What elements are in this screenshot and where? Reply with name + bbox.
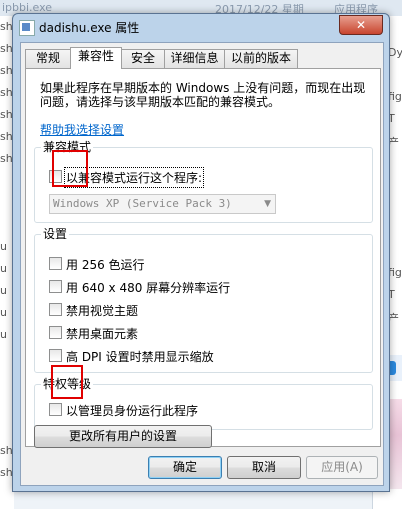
properties-dialog: dadishu.exe 属性 ✕ 常规 兼容性 安全 详细信息 以前的版本 如果… [12,13,390,492]
explorer-row-text: sh [0,444,13,457]
explorer-row-text: u [0,306,7,319]
setting-high-dpi-label[interactable]: 高 DPI 设置时禁用显示缩放 [66,348,214,365]
setting-high-dpi-checkbox[interactable] [49,349,62,362]
tab-general[interactable]: 常规 [25,49,71,68]
setting-disable-desktop-label[interactable]: 禁用桌面元素 [66,325,138,342]
compat-mode-select-value: Windows XP (Service Pack 3) [53,197,232,210]
run-as-admin-label[interactable]: 以管理员身份运行此程序 [66,402,198,419]
tab-security[interactable]: 安全 [121,49,165,68]
explorer-row-text: sh [0,466,13,479]
close-button[interactable]: ✕ [339,15,383,35]
ok-button[interactable]: 确定 [148,456,222,479]
chevron-down-icon: ▼ [264,199,271,209]
settings-group: 设置 用 256 色运行 用 640 x 480 屏幕分辨率运行 禁用视觉主题 … [34,227,373,373]
explorer-row-text: u [0,262,7,275]
setting-disable-desktop-checkbox[interactable] [49,326,62,339]
explorer-row-text: sh [0,152,13,165]
dialog-title: dadishu.exe 属性 [39,21,140,35]
tab-details[interactable]: 详细信息 [164,49,225,68]
explorer-row-text: fig [388,266,402,279]
setting-disable-themes-checkbox[interactable] [49,303,62,316]
explorer-row-text: sh [0,130,13,143]
explorer-row-text: sh [0,42,13,55]
tab-previous-versions[interactable]: 以前的版本 [224,49,298,68]
help-choose-settings-link[interactable]: 帮助我选择设置 [40,121,124,138]
application-icon [19,20,35,36]
explorer-row-text: sh [0,64,13,77]
explorer-row-text: u [0,328,7,341]
explorer-row-text: u [0,240,7,253]
admin-checkbox-highlight [51,365,83,399]
change-all-users-button[interactable]: 更改所有用户的设置 [34,425,212,448]
explorer-row-text: sh [0,20,13,33]
compat-checkbox-highlight [52,150,88,187]
explorer-right-column: Dy fig T 产 fig T 产 [388,16,402,356]
setting-640x480-label[interactable]: 用 640 x 480 屏幕分辨率运行 [66,279,230,296]
setting-640x480-checkbox[interactable] [49,280,62,293]
settings-group-label: 设置 [41,227,70,241]
dialog-titlebar[interactable]: dadishu.exe 属性 ✕ [13,14,389,40]
cancel-button[interactable]: 取消 [227,456,301,479]
run-as-admin-checkbox[interactable] [49,403,62,416]
compatibility-description: 如果此程序在早期版本的 Windows 上没有问题，而现在出现问题，请选择与该早… [40,81,366,109]
explorer-row-text: sh [0,108,13,121]
dialog-button-bar: 确定 取消 应用(A) [21,448,383,485]
explorer-row-text: fig [388,90,402,103]
setting-256-colors-label[interactable]: 用 256 色运行 [66,256,145,273]
setting-256-colors-checkbox[interactable] [49,257,62,270]
explorer-row-text: Dy [388,46,402,59]
explorer-row-text: sh [0,86,13,99]
compat-mode-select: Windows XP (Service Pack 3) ▼ [49,194,276,214]
dialog-client-area: 常规 兼容性 安全 详细信息 以前的版本 如果此程序在早期版本的 Windows… [20,42,384,486]
apply-button[interactable]: 应用(A) [306,456,378,479]
explorer-row-text: u [0,284,7,297]
setting-disable-themes-label[interactable]: 禁用视觉主题 [66,302,138,319]
privilege-group: 特权等级 以管理员身份运行此程序 [34,377,373,430]
tab-compatibility[interactable]: 兼容性 [70,47,122,69]
